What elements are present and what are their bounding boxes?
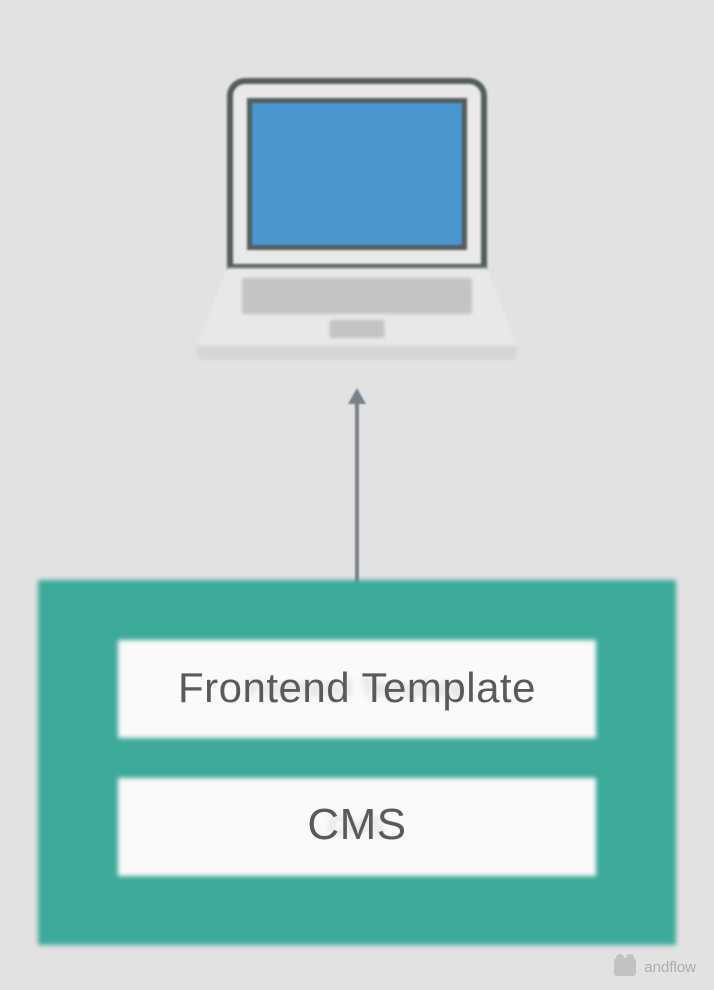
laptop-screen [247, 98, 467, 250]
watermark: andflow [614, 958, 696, 976]
diagram-canvas: Frontend Template CMS Frontend Template … [0, 0, 714, 990]
laptop-icon [197, 78, 517, 360]
laptop-front-edge [197, 346, 517, 360]
laptop-lid [227, 78, 487, 270]
server-container: Frontend Template CMS [38, 580, 676, 945]
laptop-keyboard [242, 278, 472, 314]
watermark-text: andflow [644, 959, 696, 976]
frontend-template-label: Frontend Template [0, 664, 714, 712]
laptop-base [197, 268, 517, 346]
wechat-icon [614, 958, 636, 976]
laptop-trackpad [330, 320, 385, 338]
cms-label: CMS [0, 800, 714, 850]
